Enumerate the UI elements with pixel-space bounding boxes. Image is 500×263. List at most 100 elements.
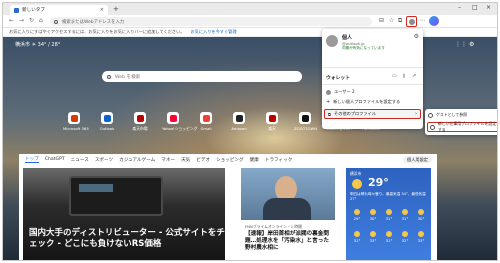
- forecast-temp: 29°: [353, 216, 361, 221]
- person-body: [263, 198, 311, 220]
- forecast-row: 31° 33° 31° 32° 33°: [350, 230, 428, 243]
- forecast-cell: 31°: [398, 208, 412, 221]
- weather-icon: [418, 231, 424, 237]
- forecast-cell: 32°: [398, 230, 412, 243]
- link-icon[interactable]: ⇗: [412, 73, 416, 79]
- home-icon[interactable]: ⌂: [39, 17, 43, 24]
- profile-button[interactable]: [406, 16, 417, 27]
- forecast-row: 29° 30° 31° 31° 30°: [350, 208, 428, 221]
- site-logo-icon: [136, 114, 144, 122]
- forecast-temp: 31°: [401, 216, 409, 221]
- forecast-temp: 31°: [353, 238, 361, 243]
- forward-icon[interactable]: →: [19, 17, 24, 24]
- quick-link[interactable]: Gmail: [195, 112, 217, 131]
- tab-close-icon[interactable]: ×: [100, 7, 104, 13]
- tab-favicon-icon: [14, 7, 19, 13]
- feed-tab[interactable]: ショッピング: [216, 157, 244, 163]
- quick-link[interactable]: Yahoo!ショッピング: [162, 112, 197, 132]
- card-icon[interactable]: ▭: [392, 73, 397, 79]
- profile-settings-icon[interactable]: ⚙: [414, 33, 419, 40]
- site-logo-icon: [103, 114, 111, 122]
- other-profiles-item[interactable]: ⧉ その他のプロファイル ›: [324, 109, 421, 119]
- personalize-button[interactable]: 個人用設定: [403, 156, 432, 163]
- work-profile-icon: [430, 124, 435, 130]
- forecast-temp: 30°: [417, 216, 425, 221]
- new-personal-profile-item[interactable]: + 新しい個人プロファイルを設定する: [326, 99, 400, 105]
- quick-link[interactable]: Microsoft 365: [63, 112, 89, 131]
- quick-link-tile: [299, 112, 311, 124]
- address-bar[interactable]: 検索またはWebアドレスを入力: [50, 17, 372, 26]
- guest-browse-label: ゲストとして参照: [436, 112, 468, 117]
- profile-name: 個人: [342, 35, 353, 41]
- feed-tab[interactable]: トップ: [25, 156, 39, 163]
- feed-tab[interactable]: 天気: [181, 157, 190, 163]
- other-profiles-submenu: ゲストとして参照 新しい仕事用プロファイルを設定する: [425, 109, 497, 135]
- user-avatar-icon: [326, 89, 331, 95]
- page-settings-icon[interactable]: ⚙: [469, 41, 474, 48]
- collections-icon[interactable]: ⧉: [398, 17, 402, 25]
- feed-tab[interactable]: カジュアルゲーム: [119, 157, 155, 163]
- audio-device-image: [69, 176, 163, 216]
- forecast-cell: 33°: [366, 230, 380, 243]
- site-logo-icon: [202, 114, 210, 122]
- new-personal-profile-label: 新しい個人プロファイルを設定する: [333, 99, 401, 104]
- news-photo: [241, 168, 335, 220]
- weather-summary[interactable]: 横浜市 ☀ 34° / 28°: [15, 41, 60, 48]
- news-feed: トップ ChatGPT ニュース スポーツ カジュアルゲーム マネー 天気 ビデオ ショッピング…: [19, 154, 437, 260]
- quick-link[interactable]: 楽天市場: [129, 112, 151, 132]
- sun-icon: [352, 179, 362, 189]
- feed-tab[interactable]: ChatGPT: [45, 157, 65, 162]
- weather-card[interactable]: 横浜市 29° 明日は晴れ時々曇り。最高気温 34°、最低気温 27° 29° 3…: [346, 168, 431, 260]
- weather-icon: [354, 231, 360, 237]
- forecast-cell: 30°: [414, 208, 428, 221]
- chevron-right-icon: ›: [415, 111, 417, 117]
- feed-tab[interactable]: トラフィック: [265, 157, 292, 163]
- manage-favorites-link[interactable]: お気に入りを今すぐ管理: [190, 29, 236, 35]
- quick-link-tile: [167, 112, 179, 124]
- web-search-box[interactable]: Web を検索: [102, 71, 302, 82]
- minimize-button[interactable]: –: [458, 4, 461, 11]
- site-logo-icon: [235, 114, 243, 122]
- copilot-icon[interactable]: [429, 16, 439, 26]
- quick-link[interactable]: ZOZOTOWN: [294, 112, 317, 131]
- other-profiles-label: その他のプロファイル: [334, 111, 376, 116]
- weather-icon: [402, 209, 408, 215]
- quick-link[interactable]: 楽天: [261, 112, 283, 132]
- favorites-bar-message: お気に入りにすばやくアクセスするには、お気に入りをお気に入りバーに追加してくださ…: [9, 29, 185, 34]
- weather-description: 明日は晴れ時々曇り。最高気温 34°、最低気温 27°: [350, 192, 426, 201]
- back-icon[interactable]: ←: [9, 17, 14, 24]
- forecast-cell: 31°: [382, 208, 396, 221]
- ad-card[interactable]: 国内大手のディストリビューター - 公式サイトをチェック - どこにも負けないR…: [23, 168, 225, 260]
- feed-tab[interactable]: ニュース: [71, 157, 89, 163]
- close-window-button[interactable]: ×: [486, 4, 491, 11]
- key-icon[interactable]: ⚷: [402, 73, 406, 79]
- quick-link-label: Amazon: [231, 126, 247, 131]
- feed-tab[interactable]: スポーツ: [95, 157, 113, 163]
- feed-tab[interactable]: 健康: [250, 157, 259, 163]
- maximize-button[interactable]: □: [472, 4, 478, 11]
- quick-link[interactable]: Amazon: [228, 112, 250, 131]
- quick-link[interactable]: Outlook: [96, 112, 118, 131]
- feed-tab[interactable]: ビデオ: [196, 157, 210, 163]
- profile-avatar: [326, 35, 338, 47]
- split-screen-icon[interactable]: ⊟: [379, 17, 384, 24]
- quick-link-tile: [233, 112, 245, 124]
- weather-icon: [418, 209, 424, 215]
- device-display: [79, 184, 113, 192]
- tab-new-tab[interactable]: 新しいタブ ×: [10, 5, 108, 15]
- news-card[interactable]: FNNプライムオンライン・1 時間 【速報】岸田首相が派閥の裏金問題…処理水を「…: [241, 168, 335, 260]
- new-tab-button[interactable]: +: [113, 5, 119, 13]
- quick-link-label: Outlook: [99, 126, 115, 131]
- favorites-icon[interactable]: ☆: [389, 17, 394, 24]
- guest-browse-item[interactable]: ゲストとして参照: [428, 112, 467, 118]
- feed-tab[interactable]: マネー: [161, 157, 175, 163]
- site-logo-icon: [301, 114, 309, 122]
- more-menu-icon[interactable]: ⋯: [419, 17, 425, 24]
- new-work-profile-item[interactable]: 新しい仕事用プロファイルを設定する: [427, 121, 497, 132]
- wallet-label[interactable]: ウォレット: [326, 74, 350, 81]
- user-2-label: ユーザー 2: [334, 89, 355, 94]
- apps-grid-icon[interactable]: ⋮⋮: [455, 41, 467, 48]
- refresh-icon[interactable]: ↻: [29, 17, 34, 24]
- profile-user-2[interactable]: ユーザー 2: [326, 89, 355, 95]
- address-toolbar: ← → ↻ ⌂ 検索またはWebアドレスを入力 ⊟ ☆ ⧉ ⋯: [3, 15, 497, 28]
